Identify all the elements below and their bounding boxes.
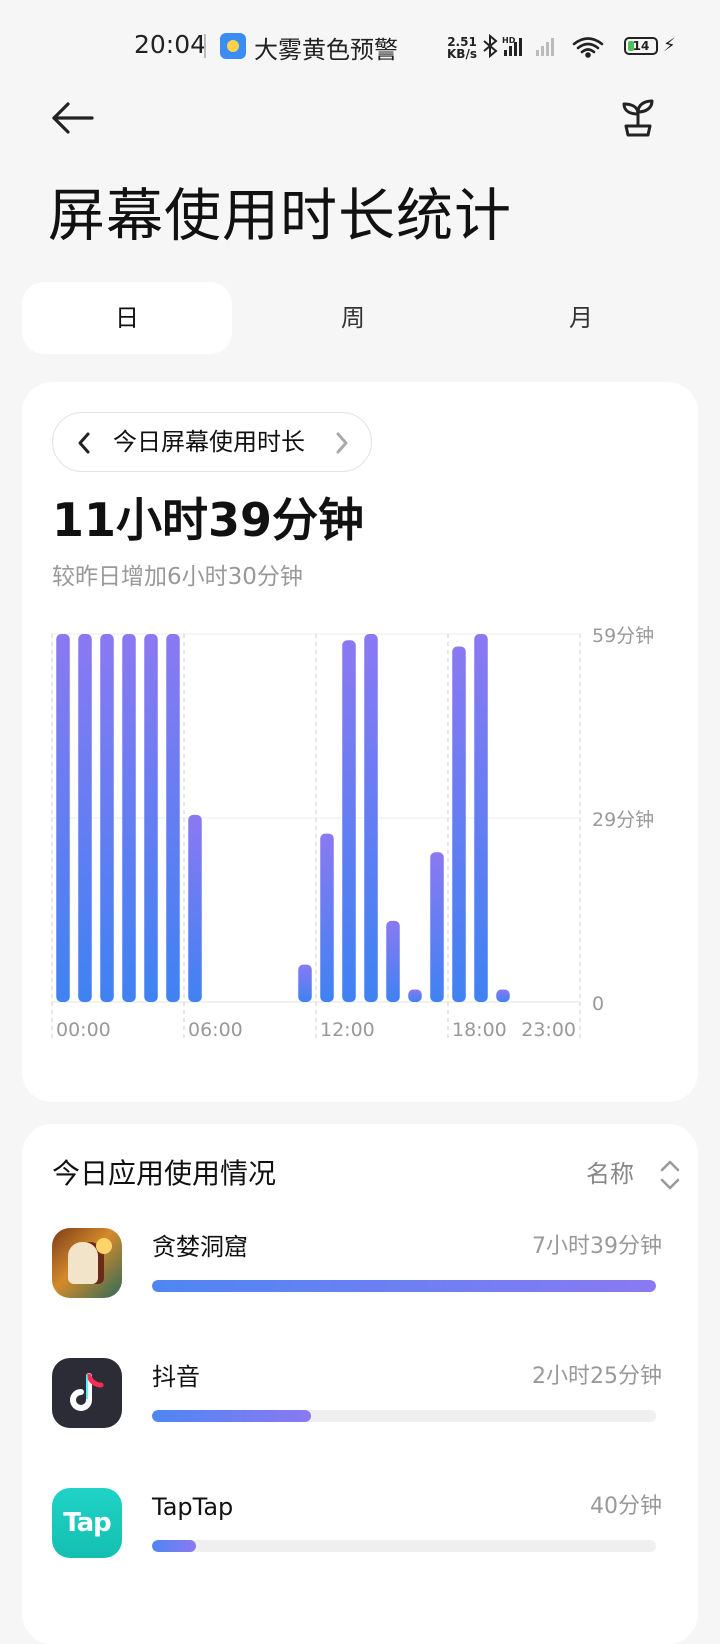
chart-bar [386,920,400,1002]
sort-toggle[interactable] [658,1158,682,1192]
chart-bar [430,852,444,1002]
app-time: 40分钟 [590,1494,662,1519]
wifi-icon [572,37,604,58]
usage-bar-fill [152,1280,656,1292]
chevron-left-icon [78,432,90,454]
charging-icon: ⚡ [663,35,676,56]
usage-bar [152,1280,656,1292]
chart-bar [342,640,356,1002]
sort-label[interactable]: 名称 [586,1154,634,1194]
battery-icon: 14 [624,37,658,55]
svg-text:HD: HD [502,36,516,45]
app-time: 7小时39分钟 [532,1234,662,1259]
time-difference: 较昨日增加6小时30分钟 [52,564,303,590]
usage-bar [152,1410,656,1422]
app-name: 贪婪洞窟 [152,1233,248,1261]
bluetooth-icon [483,34,498,58]
status-time: 20:04 [134,30,207,59]
screen-time-card: 今日屏幕使用时长 11小时39分钟 较昨日增加6小时30分钟 59分钟 29分钟 0… [22,382,698,1102]
usage-bar-fill [152,1410,312,1422]
weather-alert-icon [220,33,246,59]
chart-bar [364,634,378,1002]
usage-bar-fill [152,1540,196,1552]
chart-bar [78,634,92,1002]
x-tick-label: 23:00 [521,1019,576,1041]
chart-bar [122,634,136,1002]
sprout-button[interactable] [620,98,656,138]
game-icon [52,1228,122,1298]
chart-bar [56,634,70,1002]
period-tabs: 日 周 月 [22,282,698,354]
x-tick-label: 06:00 [188,1019,243,1041]
app-usage-title: 今日应用使用情况 [52,1157,277,1190]
chart-bar [474,634,488,1002]
taptap-icon: Tap [52,1488,122,1558]
network-speed-unit: KB/s [447,47,477,61]
chart-bar [320,833,334,1002]
tab-day[interactable]: 日 [22,282,232,354]
system-icons: HD [483,34,604,58]
chart-bar [144,634,158,1002]
douyin-icon [52,1358,122,1428]
status-bar: 20:04 大雾黄色预警 2.51 KB/s HD 14 ⚡ [0,0,720,96]
sprout-icon [622,99,654,137]
previous-day-button[interactable] [75,429,93,457]
date-label: 今日屏幕使用时长 [113,428,305,456]
app-time: 2小时25分钟 [532,1364,662,1389]
date-selector: 今日屏幕使用时长 [52,412,372,472]
network-speed: 2.51 KB/s [447,36,477,60]
page-title: 屏幕使用时长统计 [48,183,512,249]
signal-icon-1: HD [502,36,522,56]
x-tick-label: 18:00 [452,1019,507,1041]
chart-bar [298,964,312,1002]
hourly-usage-chart: 59分钟 29分钟 0 00:00 06:00 12:00 18:00 23:00 [51,625,654,1041]
chart-bar [100,634,114,1002]
y-tick-label: 0 [592,993,604,1015]
app-row[interactable]: 贪婪洞窟 7小时39分钟 [22,1228,698,1338]
chart-bar [188,814,202,1002]
chart-bar [496,989,510,1002]
app-name: TapTap [152,1493,234,1521]
sort-icon [660,1160,680,1190]
y-tick-label: 29分钟 [592,809,654,831]
app-usage-card: 今日应用使用情况 名称 贪婪洞窟 7小时39分钟 抖音 2小时25分钟 Tap … [22,1124,698,1644]
tab-month[interactable]: 月 [476,282,686,354]
weather-alert-text: 大雾黄色预警 [254,36,398,64]
tab-week[interactable]: 周 [248,282,458,354]
status-divider [204,34,206,58]
signal-icon-2 [536,38,554,56]
app-row[interactable]: Tap TapTap 40分钟 [22,1488,698,1598]
total-screen-time: 11小时39分钟 [52,493,365,547]
chart-bar [452,646,466,1002]
chart-bar [408,989,422,1002]
app-row[interactable]: 抖音 2小时25分钟 [22,1358,698,1468]
battery-percent: 14 [632,39,650,53]
x-tick-label: 00:00 [56,1019,111,1041]
chevron-right-icon [336,432,348,454]
y-tick-label: 59分钟 [592,625,654,647]
back-button[interactable] [48,98,98,138]
app-name: 抖音 [152,1363,200,1391]
x-tick-label: 12:00 [320,1019,375,1041]
chart-bar [166,634,180,1002]
usage-bar [152,1540,656,1552]
arrow-left-icon [52,102,94,134]
next-day-button[interactable] [333,429,351,457]
